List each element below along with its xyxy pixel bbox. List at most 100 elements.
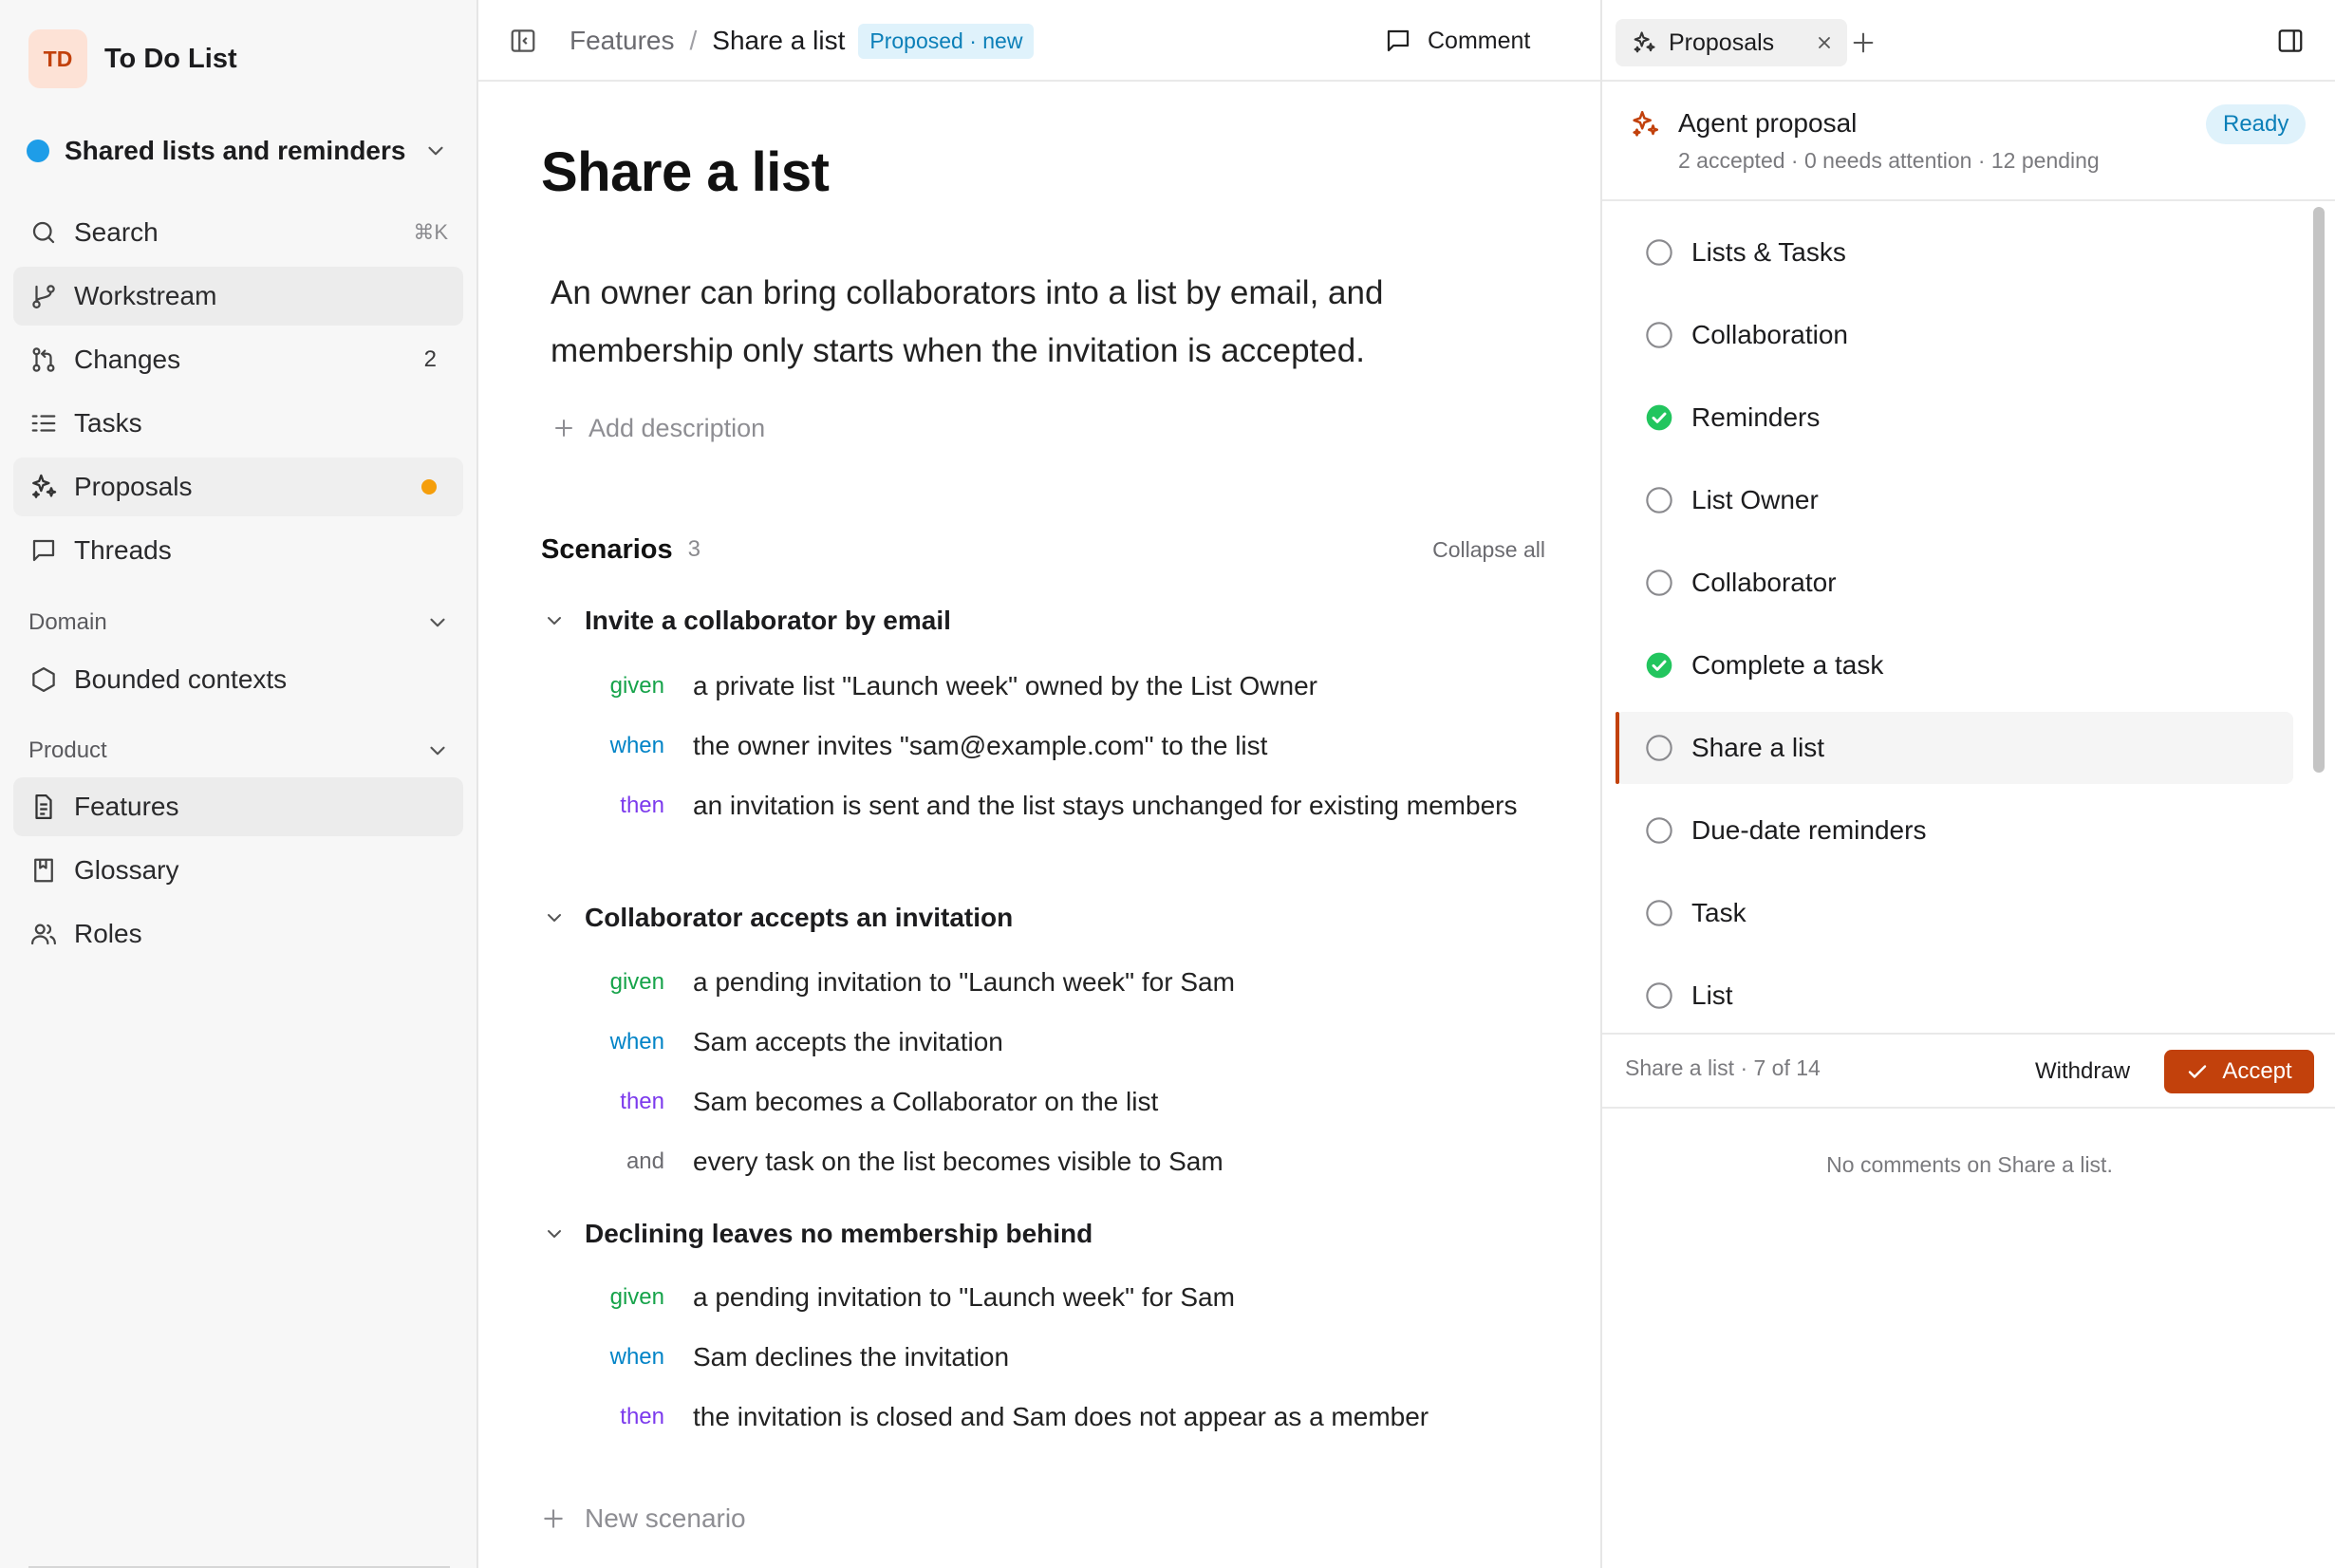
hexagon-icon (28, 664, 59, 695)
breadcrumb-current: Share a list (712, 26, 846, 55)
step-keyword: given (609, 1284, 664, 1310)
scenario-step[interactable]: then an invitation is sent and the list … (583, 784, 1532, 828)
sidebar-item-roles[interactable]: Roles (13, 905, 463, 963)
empty-circle-icon[interactable] (1644, 568, 1674, 598)
sidebar-item-label: Tasks (74, 408, 142, 438)
sidebar-item-workstream[interactable]: Workstream (13, 267, 463, 326)
proposal-item[interactable]: Due-date reminders (1616, 794, 2293, 867)
changes-count-badge: 2 (423, 346, 437, 372)
workspace-header[interactable]: TD To Do List (28, 28, 237, 89)
empty-circle-icon[interactable] (1644, 815, 1674, 846)
scenario-toggle[interactable]: Invite a collaborator by email (543, 600, 951, 642)
chevron-down-icon (425, 610, 450, 635)
message-square-icon (28, 535, 59, 566)
scenario-step[interactable]: given a pending invitation to "Launch we… (583, 1276, 1532, 1319)
sidebar-item-changes[interactable]: Changes 2 (13, 330, 463, 389)
proposal-item[interactable]: Lists & Tasks (1616, 216, 2293, 289)
notification-dot (421, 479, 437, 495)
shortcut-hint: ⌘K (413, 220, 448, 244)
proposal-item-label: List (1691, 980, 1733, 1010)
proposal-item[interactable]: Collaborator (1616, 547, 2293, 619)
withdraw-button[interactable]: Withdraw (2035, 1050, 2130, 1093)
empty-circle-icon[interactable] (1644, 898, 1674, 928)
scenarios-count: 3 (687, 536, 700, 562)
sidebar-item-label: Threads (74, 535, 172, 565)
sidebar-item-tasks[interactable]: Tasks (13, 394, 463, 453)
check-circle-icon[interactable] (1644, 402, 1674, 433)
scenario-title: Invite a collaborator by email (585, 606, 951, 635)
chevron-down-icon (425, 738, 450, 763)
section-label: Product (28, 737, 107, 763)
panel-layout-icon[interactable] (2276, 27, 2305, 55)
collapse-all-button[interactable]: Collapse all (1432, 537, 1545, 563)
new-scenario-button[interactable]: New scenario (541, 1498, 746, 1540)
step-keyword: and (626, 1148, 664, 1174)
proposal-item[interactable]: Collaboration (1616, 299, 2293, 371)
proposal-item[interactable]: Complete a task (1616, 629, 2293, 701)
search-icon (28, 217, 59, 248)
add-tab-button[interactable] (1845, 25, 1881, 61)
section-toggle-product[interactable]: Product (28, 732, 450, 770)
scenario-step[interactable]: when the owner invites "sam@example.com"… (583, 724, 1532, 768)
proposal-item-label: Collaborator (1691, 568, 1837, 597)
breadcrumb-parent[interactable]: Features (570, 26, 675, 56)
proposal-item-label: Lists & Tasks (1691, 237, 1846, 267)
scenario-step[interactable]: and every task on the list becomes visib… (583, 1140, 1532, 1184)
accept-button-label: Accept (2222, 1058, 2292, 1084)
accept-button[interactable]: Accept (2164, 1050, 2314, 1093)
sidebar-item-threads[interactable]: Threads (13, 521, 463, 580)
proposal-item[interactable]: Task (1616, 877, 2293, 949)
scenario-step[interactable]: when Sam declines the invitation (583, 1335, 1532, 1379)
proposal-footer: Share a list · 7 of 14 Withdraw Accept (1602, 1033, 2335, 1109)
section-toggle-domain[interactable]: Domain (28, 604, 450, 642)
project-switcher[interactable]: Shared lists and reminders (27, 129, 456, 173)
users-icon (28, 919, 59, 949)
sidebar-item-bounded-contexts[interactable]: Bounded contexts (13, 650, 463, 709)
empty-circle-icon[interactable] (1644, 733, 1674, 763)
panel-tabs: Proposals (1602, 0, 2335, 82)
scenario-step[interactable]: then Sam becomes a Collaborator on the l… (583, 1080, 1532, 1124)
chevron-down-icon (423, 139, 448, 163)
proposal-item-label: Complete a task (1691, 650, 1884, 680)
proposal-item[interactable]: List Owner (1616, 464, 2293, 536)
page-title[interactable]: Share a list (541, 140, 830, 204)
scenario-step[interactable]: then the invitation is closed and Sam do… (583, 1395, 1532, 1439)
empty-comments-message: No comments on Share a list. (1826, 1152, 2113, 1177)
sidebar-item-glossary[interactable]: Glossary (13, 841, 463, 900)
sidebar-item-features[interactable]: Features (13, 777, 463, 836)
close-icon[interactable] (1815, 33, 1834, 52)
empty-circle-icon[interactable] (1644, 237, 1674, 268)
sparkles-icon (1631, 29, 1657, 56)
scenario-step[interactable]: when Sam accepts the invitation (583, 1020, 1532, 1064)
scenario-step[interactable]: given a pending invitation to "Launch we… (583, 961, 1532, 1004)
breadcrumb: Features / Share a list Proposed · new (570, 21, 1035, 61)
empty-circle-icon[interactable] (1644, 980, 1674, 1011)
sidebar-item-label: Search (74, 217, 159, 247)
scenario-toggle[interactable]: Collaborator accepts an invitation (543, 897, 1013, 939)
tab-proposals[interactable]: Proposals (1616, 19, 1847, 66)
chevron-down-icon (543, 906, 566, 929)
sparkles-icon (28, 472, 59, 502)
scenario-toggle[interactable]: Declining leaves no membership behind (543, 1213, 1093, 1255)
check-circle-icon[interactable] (1644, 650, 1674, 681)
proposal-item[interactable]: List (1616, 960, 2293, 1032)
feature-description[interactable]: An owner can bring collaborators into a … (551, 264, 1519, 380)
sidebar-toggle-icon[interactable] (509, 27, 537, 55)
empty-circle-icon[interactable] (1644, 320, 1674, 350)
sidebar-item-proposals[interactable]: Proposals (13, 457, 463, 516)
sidebar-item-search[interactable]: Search ⌘K (13, 203, 463, 262)
step-text: Sam accepts the invitation (693, 1027, 1003, 1056)
sidebar-item-label: Features (74, 792, 179, 821)
proposals-panel: Proposals Agent proposal 2 accepted · 0 … (1600, 0, 2335, 1568)
proposal-item[interactable]: Share a list (1616, 712, 2293, 784)
scenario-step[interactable]: given a private list "Launch week" owned… (583, 664, 1532, 708)
proposal-item-label: Task (1691, 898, 1747, 927)
sidebar-item-label: Bounded contexts (74, 664, 288, 694)
proposal-item[interactable]: Reminders (1616, 382, 2293, 454)
add-description-button[interactable]: Add description (552, 408, 765, 448)
proposal-item-list: Lists & Tasks Collaboration Reminders List … (1602, 203, 2335, 1033)
scrollbar-thumb[interactable] (2313, 207, 2325, 773)
comment-button[interactable]: Comment (1384, 21, 1530, 61)
empty-circle-icon[interactable] (1644, 485, 1674, 515)
topbar: Features / Share a list Proposed · new C… (478, 0, 1600, 82)
